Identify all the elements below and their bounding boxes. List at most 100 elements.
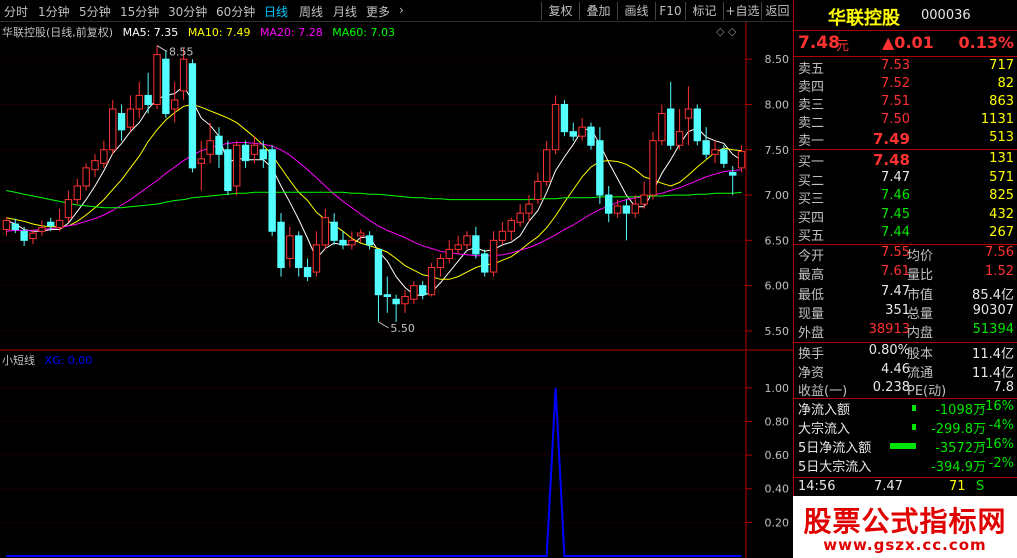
bid-volume: 432 (989, 206, 1014, 222)
add-watchlist-button[interactable]: +自选 (723, 2, 761, 20)
indicator-name[interactable]: 小短线 (2, 354, 35, 367)
overlay-button[interactable]: 叠加 (579, 2, 617, 20)
bid-volume: 267 (989, 225, 1014, 240)
stat-label: 市值 (907, 287, 934, 303)
period-tab-weekly[interactable]: 周线 (299, 3, 323, 20)
candle (702, 127, 710, 159)
bid-row: 买三 7.46 825 (794, 188, 1017, 208)
flow-bar (890, 443, 916, 449)
ask-label: 卖二 (798, 116, 825, 131)
candle (401, 290, 409, 313)
ask-row: 卖三 7.51 863 (794, 94, 1017, 114)
fund-label: 净资 (798, 365, 825, 381)
candle (587, 122, 595, 150)
period-tab-30min[interactable]: 30分钟 (168, 3, 207, 20)
fund-label: 股本 (907, 347, 934, 362)
banner-url: www.gszx.cc.com (823, 536, 987, 554)
price-unit: 元 (836, 39, 850, 54)
more-arrow-icon[interactable]: › (399, 3, 404, 17)
period-tab-15min[interactable]: 15分钟 (120, 3, 159, 20)
period-tab-5min[interactable]: 5分钟 (79, 3, 111, 20)
flow-label: 大宗流入 (798, 422, 851, 437)
bid-label: 买三 (798, 192, 825, 207)
period-tab-monthly[interactable]: 月线 (333, 3, 357, 20)
mark-button[interactable]: 标记 (685, 2, 723, 20)
ask-price: 7.50 (881, 112, 910, 127)
candle (38, 220, 46, 236)
indicator-value: XG: 0.00 (44, 354, 93, 367)
ask-row: 卖五 7.53 717 (794, 58, 1017, 78)
candle (578, 118, 586, 141)
chart-options-icon[interactable]: ◇ ◇ (716, 25, 736, 38)
y-tick-label: 8.00 (765, 98, 790, 111)
candle (312, 231, 321, 277)
ask-volume: 1131 (980, 112, 1014, 127)
candle (667, 81, 675, 150)
price-change: ▲0.01 (882, 33, 934, 52)
fund-label: PE(动) (907, 384, 947, 399)
flow-row: 净流入额 -1098万 -16% (794, 399, 1017, 419)
bid-price: 7.48 (872, 151, 910, 169)
candle (605, 186, 613, 223)
price-summary: 7.48 元 ▲0.01 0.13% (794, 33, 1017, 55)
candle (392, 294, 400, 322)
candle (277, 213, 285, 277)
period-toolbar: 分时 1分钟 5分钟 15分钟 30分钟 60分钟 日线 周线 月线 更多 › … (0, 0, 793, 22)
period-tab-timeshare[interactable]: 分时 (4, 3, 28, 20)
adjust-button[interactable]: 复权 (541, 2, 579, 20)
period-tab-1min[interactable]: 1分钟 (38, 3, 70, 20)
candle (463, 231, 471, 250)
ask-price: 7.49 (872, 130, 910, 148)
flow-label: 5日大宗流入 (798, 460, 872, 475)
bid-label: 买五 (798, 229, 825, 244)
stat-value: 90307 (972, 302, 1014, 318)
ask-label: 卖四 (798, 80, 825, 95)
ma20-label: MA20: 7.28 (260, 26, 323, 39)
flow-pct: -2% (988, 456, 1014, 471)
stat-row: 最高 7.61 量比 1.52 (794, 264, 1017, 284)
tick-price: 7.47 (874, 479, 903, 494)
candle (551, 95, 560, 155)
ma-line-ma10 (6, 103, 742, 280)
period-tab-more[interactable]: 更多 (366, 3, 390, 20)
stat-label: 现量 (798, 306, 825, 322)
candle (188, 59, 197, 173)
candle (489, 231, 498, 277)
fund-value: 0.238 (872, 380, 910, 395)
period-tab-daily[interactable]: 日线 (264, 3, 288, 20)
y-tick-label: 7.50 (765, 144, 790, 157)
back-button[interactable]: 返回 (761, 2, 793, 20)
ask-row: 卖二 7.50 1131 (794, 112, 1017, 132)
fund-value: 11.4亿 (972, 347, 1014, 362)
flow-label: 净流入额 (798, 403, 851, 418)
ask-volume: 82 (997, 76, 1014, 91)
tick-time: 14:56 (798, 479, 836, 494)
bid-row: 买四 7.45 432 (794, 207, 1017, 227)
ask-price: 7.51 (881, 94, 910, 109)
indicator-line-xg (6, 387, 742, 557)
candle (117, 104, 126, 141)
candle (507, 217, 515, 241)
kline-chart[interactable]: 8.50 8.00 7.50 7.00 6.50 6.00 5.50 1.00 0.80 0.60… (0, 22, 793, 558)
bid-price: 7.46 (881, 188, 910, 203)
divider (794, 477, 1017, 478)
stat-value: 7.55 (881, 245, 910, 260)
candle (144, 72, 152, 114)
flow-value: -394.9万 (931, 460, 986, 475)
candle (658, 104, 666, 146)
flow-bar (912, 424, 916, 430)
y-tick-label: 8.50 (765, 53, 790, 66)
fund-row: 换手 0.80% 股本 11.4亿 (794, 343, 1017, 363)
draw-button[interactable]: 画线 (617, 2, 655, 20)
f10-button[interactable]: F10 (655, 2, 685, 20)
y-tick-label: 7.00 (765, 189, 790, 202)
candle (445, 240, 453, 263)
low-marker-line (378, 321, 389, 329)
ask-label: 卖一 (798, 134, 825, 149)
bid-label: 买二 (798, 173, 825, 189)
stock-header: 华联控股 000036 (794, 4, 1017, 29)
last-price: 7.48 (798, 33, 840, 53)
candle (153, 45, 161, 109)
period-tab-60min[interactable]: 60分钟 (216, 3, 255, 20)
bid-label: 买四 (798, 210, 825, 226)
